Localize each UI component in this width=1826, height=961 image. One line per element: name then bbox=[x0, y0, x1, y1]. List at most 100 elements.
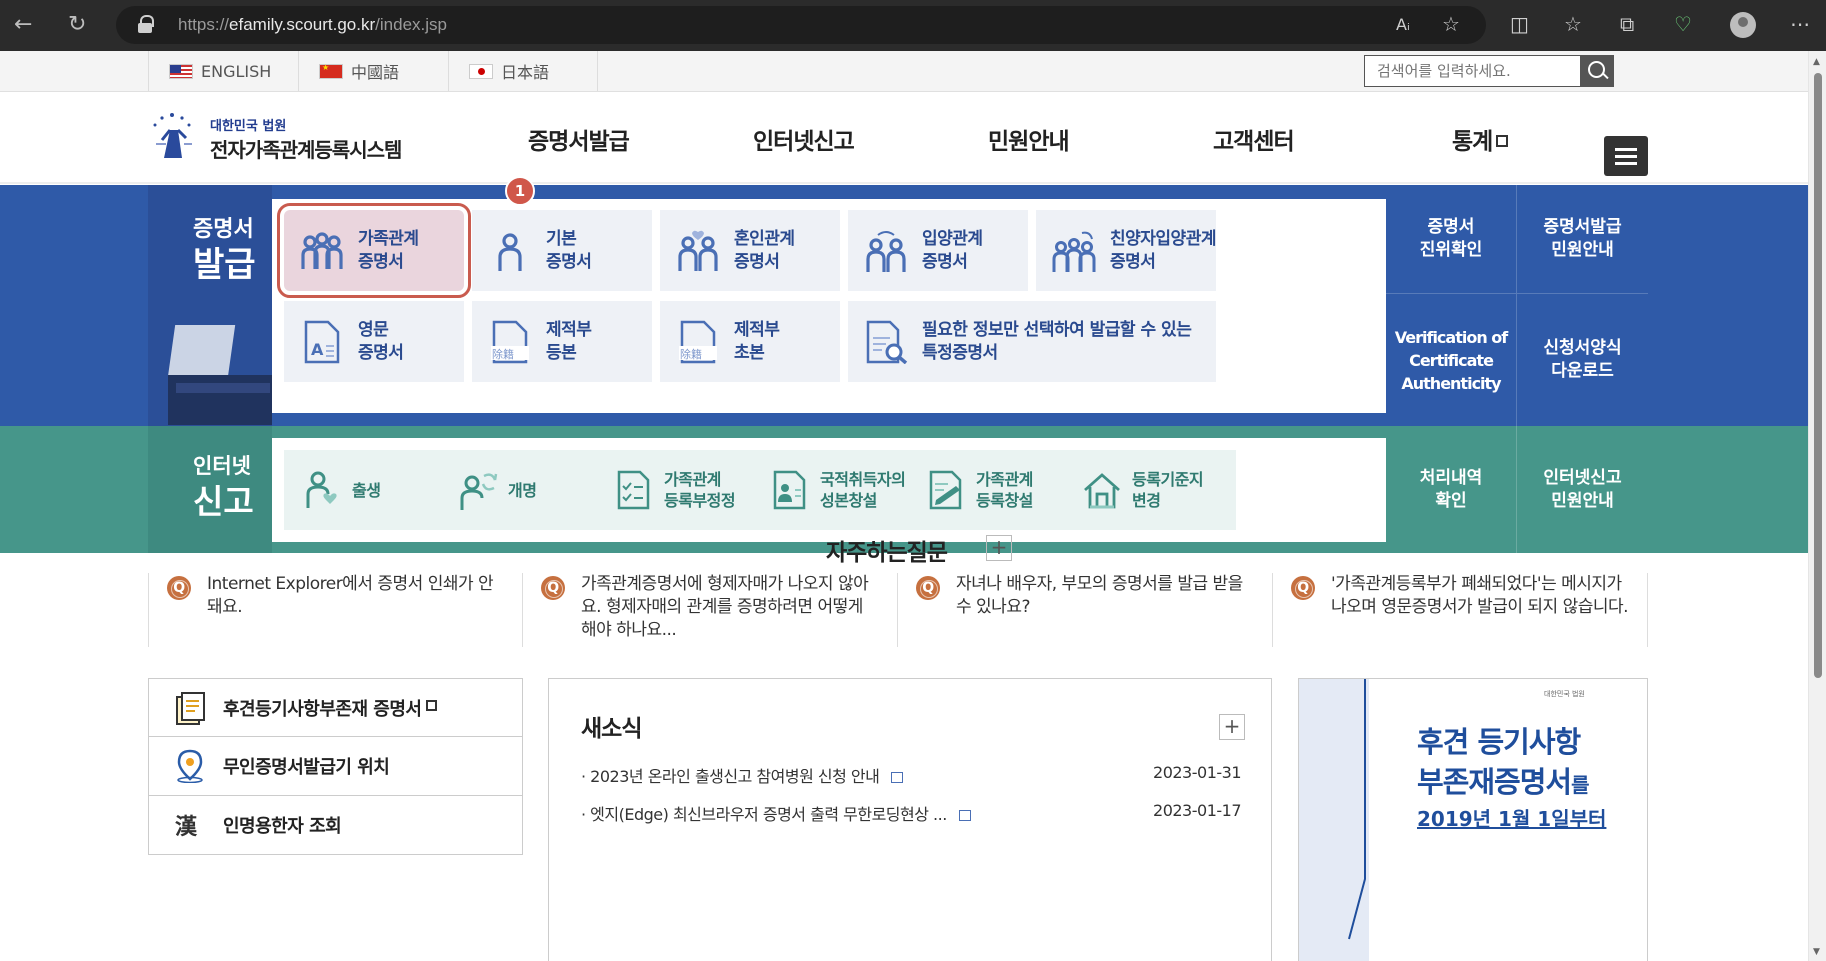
tile-register-correction[interactable]: 가족관계 등록부정정 bbox=[596, 450, 768, 530]
question-icon: Q bbox=[1291, 576, 1315, 600]
banner-line2-suffix: 를 bbox=[1571, 773, 1589, 797]
news-item[interactable]: · 엣지(Edge) 최신브라우저 증명서 출력 무한로딩현상 ... 2023-… bbox=[581, 801, 1241, 825]
document-icon bbox=[958, 810, 971, 821]
tile-specific-cert[interactable]: 필요한 정보만 선택하여 발급할 수 있는 특정증명서 bbox=[848, 301, 1216, 382]
full-adoption-icon bbox=[1052, 231, 1096, 272]
faq-item[interactable]: Q '가족관계등록부가 폐쇄되었다'는 메시지가 나오며 영문증명서가 발급이 되… bbox=[1273, 573, 1648, 647]
certificate-civil-guide-link[interactable]: 증명서발급 민원안내 bbox=[1516, 185, 1648, 293]
search-input[interactable] bbox=[1365, 56, 1575, 86]
quick-link-label: 무인증명서발급기 위치 bbox=[223, 757, 390, 778]
house-icon bbox=[1084, 473, 1120, 509]
guardianship-banner[interactable]: 대한민국 법원 후견 등기사항 부존재증명서를 2019년 1월 1일부터 bbox=[1298, 678, 1648, 961]
us-flag-icon bbox=[169, 63, 193, 79]
lock-icon[interactable] bbox=[138, 15, 154, 33]
side-title-line2: 발급 bbox=[193, 245, 256, 285]
news-item-title: 엣지(Edge) 최신브라우저 증명서 출력 무한로딩현상 ... bbox=[590, 805, 947, 824]
favorite-icon[interactable]: ☆ bbox=[1442, 13, 1460, 35]
faq-more-button[interactable]: + bbox=[986, 535, 1012, 561]
tile-label: 가족관계 증명서 bbox=[358, 228, 419, 272]
tile-label: 친양자입양관계 증명서 bbox=[1110, 228, 1216, 272]
tile-base-address-change[interactable]: 등록기준지 변경 bbox=[1064, 450, 1236, 530]
search-icon[interactable] bbox=[1580, 55, 1614, 87]
adoption-icon bbox=[866, 230, 906, 272]
site-search bbox=[1364, 55, 1614, 87]
nav-civil-guide[interactable]: 민원안내 bbox=[988, 122, 1070, 156]
couple-icon bbox=[678, 230, 718, 271]
china-flag-icon bbox=[319, 63, 343, 79]
refresh-icon[interactable]: ↻ bbox=[68, 14, 86, 36]
report-civil-guide-link[interactable]: 인터넷신고 민원안내 bbox=[1516, 426, 1648, 553]
verification-authenticity-link[interactable]: Verification of Certificate Authenticity bbox=[1386, 293, 1516, 426]
kiosk-location-link[interactable]: 무인증명서발급기 위치 bbox=[148, 737, 523, 796]
registration-create-icon bbox=[929, 470, 962, 510]
question-icon: Q bbox=[167, 576, 191, 600]
news-item[interactable]: · 2023년 온라인 출생신고 참여병원 신청 안내 2023-01-31 bbox=[581, 763, 1241, 787]
document-icon bbox=[891, 772, 904, 783]
guardianship-cert-link[interactable]: 후견등기사항부존재 증명서 bbox=[148, 678, 523, 737]
scroll-up-icon[interactable]: ▲ bbox=[1813, 57, 1820, 67]
tile-label: 기본 증명서 bbox=[546, 228, 592, 272]
tile-register-creation[interactable]: 가족관계 등록창설 bbox=[908, 450, 1080, 530]
tile-english-cert[interactable]: A 영문 증명서 bbox=[284, 301, 464, 382]
news-more-button[interactable]: + bbox=[1219, 714, 1245, 740]
verify-certificate-link[interactable]: 증명서 진위확인 bbox=[1386, 185, 1516, 293]
faq-text: 가족관계증명서에 형제자매가 나오지 않아요. 형제자매의 관계를 증명하려면 … bbox=[581, 574, 869, 640]
news-item-date: 2023-01-31 bbox=[1153, 763, 1241, 782]
application-form-download-link[interactable]: 신청서양식 다운로드 bbox=[1516, 293, 1648, 426]
tile-family-relation-cert[interactable]: 가족관계 증명서 bbox=[277, 203, 471, 298]
svg-text:除籍: 除籍 bbox=[680, 347, 702, 361]
site-logo[interactable]: 대한민국 법원 전자가족관계등록시스템 bbox=[148, 110, 408, 166]
scroll-thumb[interactable] bbox=[1814, 73, 1822, 678]
url-text[interactable]: https://efamily.scourt.go.kr/index.jsp bbox=[178, 15, 447, 35]
faq-item[interactable]: Q 가족관계증명서에 형제자매가 나오지 않아요. 형제자매의 관계를 증명하려면… bbox=[523, 573, 898, 647]
svg-text:A: A bbox=[311, 340, 324, 359]
name-hanja-lookup-link[interactable]: 漢 인명용한자 조회 bbox=[148, 796, 523, 855]
process-history-link[interactable]: 처리내역 확인 bbox=[1386, 426, 1516, 553]
back-icon[interactable]: ← bbox=[14, 14, 32, 36]
external-link-icon bbox=[425, 700, 437, 711]
faq-item[interactable]: Q 자녀나 배우자, 부모의 증명서를 발급 받을 수 있나요? bbox=[898, 573, 1273, 647]
faq-text: '가족관계등록부가 폐쇄되었다'는 메시지가 나오며 영문증명서가 발급이 되지… bbox=[1331, 574, 1629, 617]
tile-birth-report[interactable]: 출생 bbox=[284, 450, 456, 530]
tile-name-change[interactable]: 개명 bbox=[440, 450, 612, 530]
tile-nationality-surname[interactable]: 국적취득자의 성본창설 bbox=[752, 450, 924, 530]
nav-internet-report[interactable]: 인터넷신고 bbox=[753, 122, 855, 156]
report-panel: 출생 개명 가족관계 등록부정정 국적취득자의 성본창설 가족관계 등록창설 등… bbox=[272, 438, 1386, 542]
collections-icon[interactable]: ⧉ bbox=[1620, 13, 1634, 35]
tile-removed-register-excerpt[interactable]: 除籍 제적부 초본 bbox=[660, 301, 840, 382]
logo-subtitle: 대한민국 법원 bbox=[210, 119, 287, 134]
report-side-title: 인터넷 신고 bbox=[148, 426, 272, 553]
tile-full-adoption-cert[interactable]: 친양자입양관계 증명서 bbox=[1036, 210, 1216, 291]
address-bar[interactable]: https://efamily.scourt.go.kr/index.jsp A… bbox=[116, 6, 1486, 44]
split-screen-icon[interactable]: ◫ bbox=[1510, 13, 1529, 35]
profile-icon[interactable] bbox=[1730, 12, 1756, 38]
tile-removed-register-copy[interactable]: 除籍 제적부 등본 bbox=[472, 301, 652, 382]
lang-japanese[interactable]: 日本語 bbox=[448, 51, 598, 91]
lang-chinese[interactable]: 中國語 bbox=[298, 51, 448, 91]
location-icon bbox=[177, 749, 203, 783]
favorites-icon[interactable]: ☆ bbox=[1564, 13, 1582, 35]
menu-button[interactable] bbox=[1604, 136, 1648, 176]
tile-basic-cert[interactable]: 기본 증명서 bbox=[472, 210, 652, 291]
faq-item[interactable]: Q Internet Explorer에서 증명서 인쇄가 안돼요. bbox=[148, 573, 523, 647]
removed-register-excerpt-icon: 除籍 bbox=[679, 320, 717, 363]
lang-english[interactable]: ENGLISH bbox=[148, 51, 298, 91]
tile-label: 출생 bbox=[352, 480, 381, 500]
faq-text: 자녀나 배우자, 부모의 증명서를 발급 받을 수 있나요? bbox=[956, 574, 1243, 617]
scroll-down-icon[interactable]: ▼ bbox=[1813, 947, 1820, 957]
faq-title: 자주하는질문 bbox=[826, 540, 948, 566]
page-scrollbar[interactable]: ▲ ▼ bbox=[1808, 51, 1826, 961]
court-emblem-icon bbox=[153, 113, 192, 158]
more-icon[interactable]: ⋯ bbox=[1790, 13, 1810, 35]
tile-marriage-cert[interactable]: 혼인관계 증명서 bbox=[660, 210, 840, 291]
hamburger-icon bbox=[1615, 155, 1637, 158]
nav-customer-center[interactable]: 고객센터 bbox=[1213, 122, 1295, 156]
nav-statistics[interactable]: 통계 bbox=[1452, 122, 1509, 156]
tile-adoption-cert[interactable]: 입양관계 증명서 bbox=[848, 210, 1028, 291]
ribbon-decoration bbox=[1348, 679, 1366, 940]
birth-icon bbox=[306, 471, 337, 508]
nav-certificate[interactable]: 증명서발급 bbox=[528, 122, 630, 156]
performance-icon[interactable]: ♡ bbox=[1674, 13, 1692, 35]
tile-label: 가족관계 등록부정정 bbox=[664, 470, 736, 510]
read-aloud-icon[interactable]: Aᵢ bbox=[1396, 14, 1410, 36]
